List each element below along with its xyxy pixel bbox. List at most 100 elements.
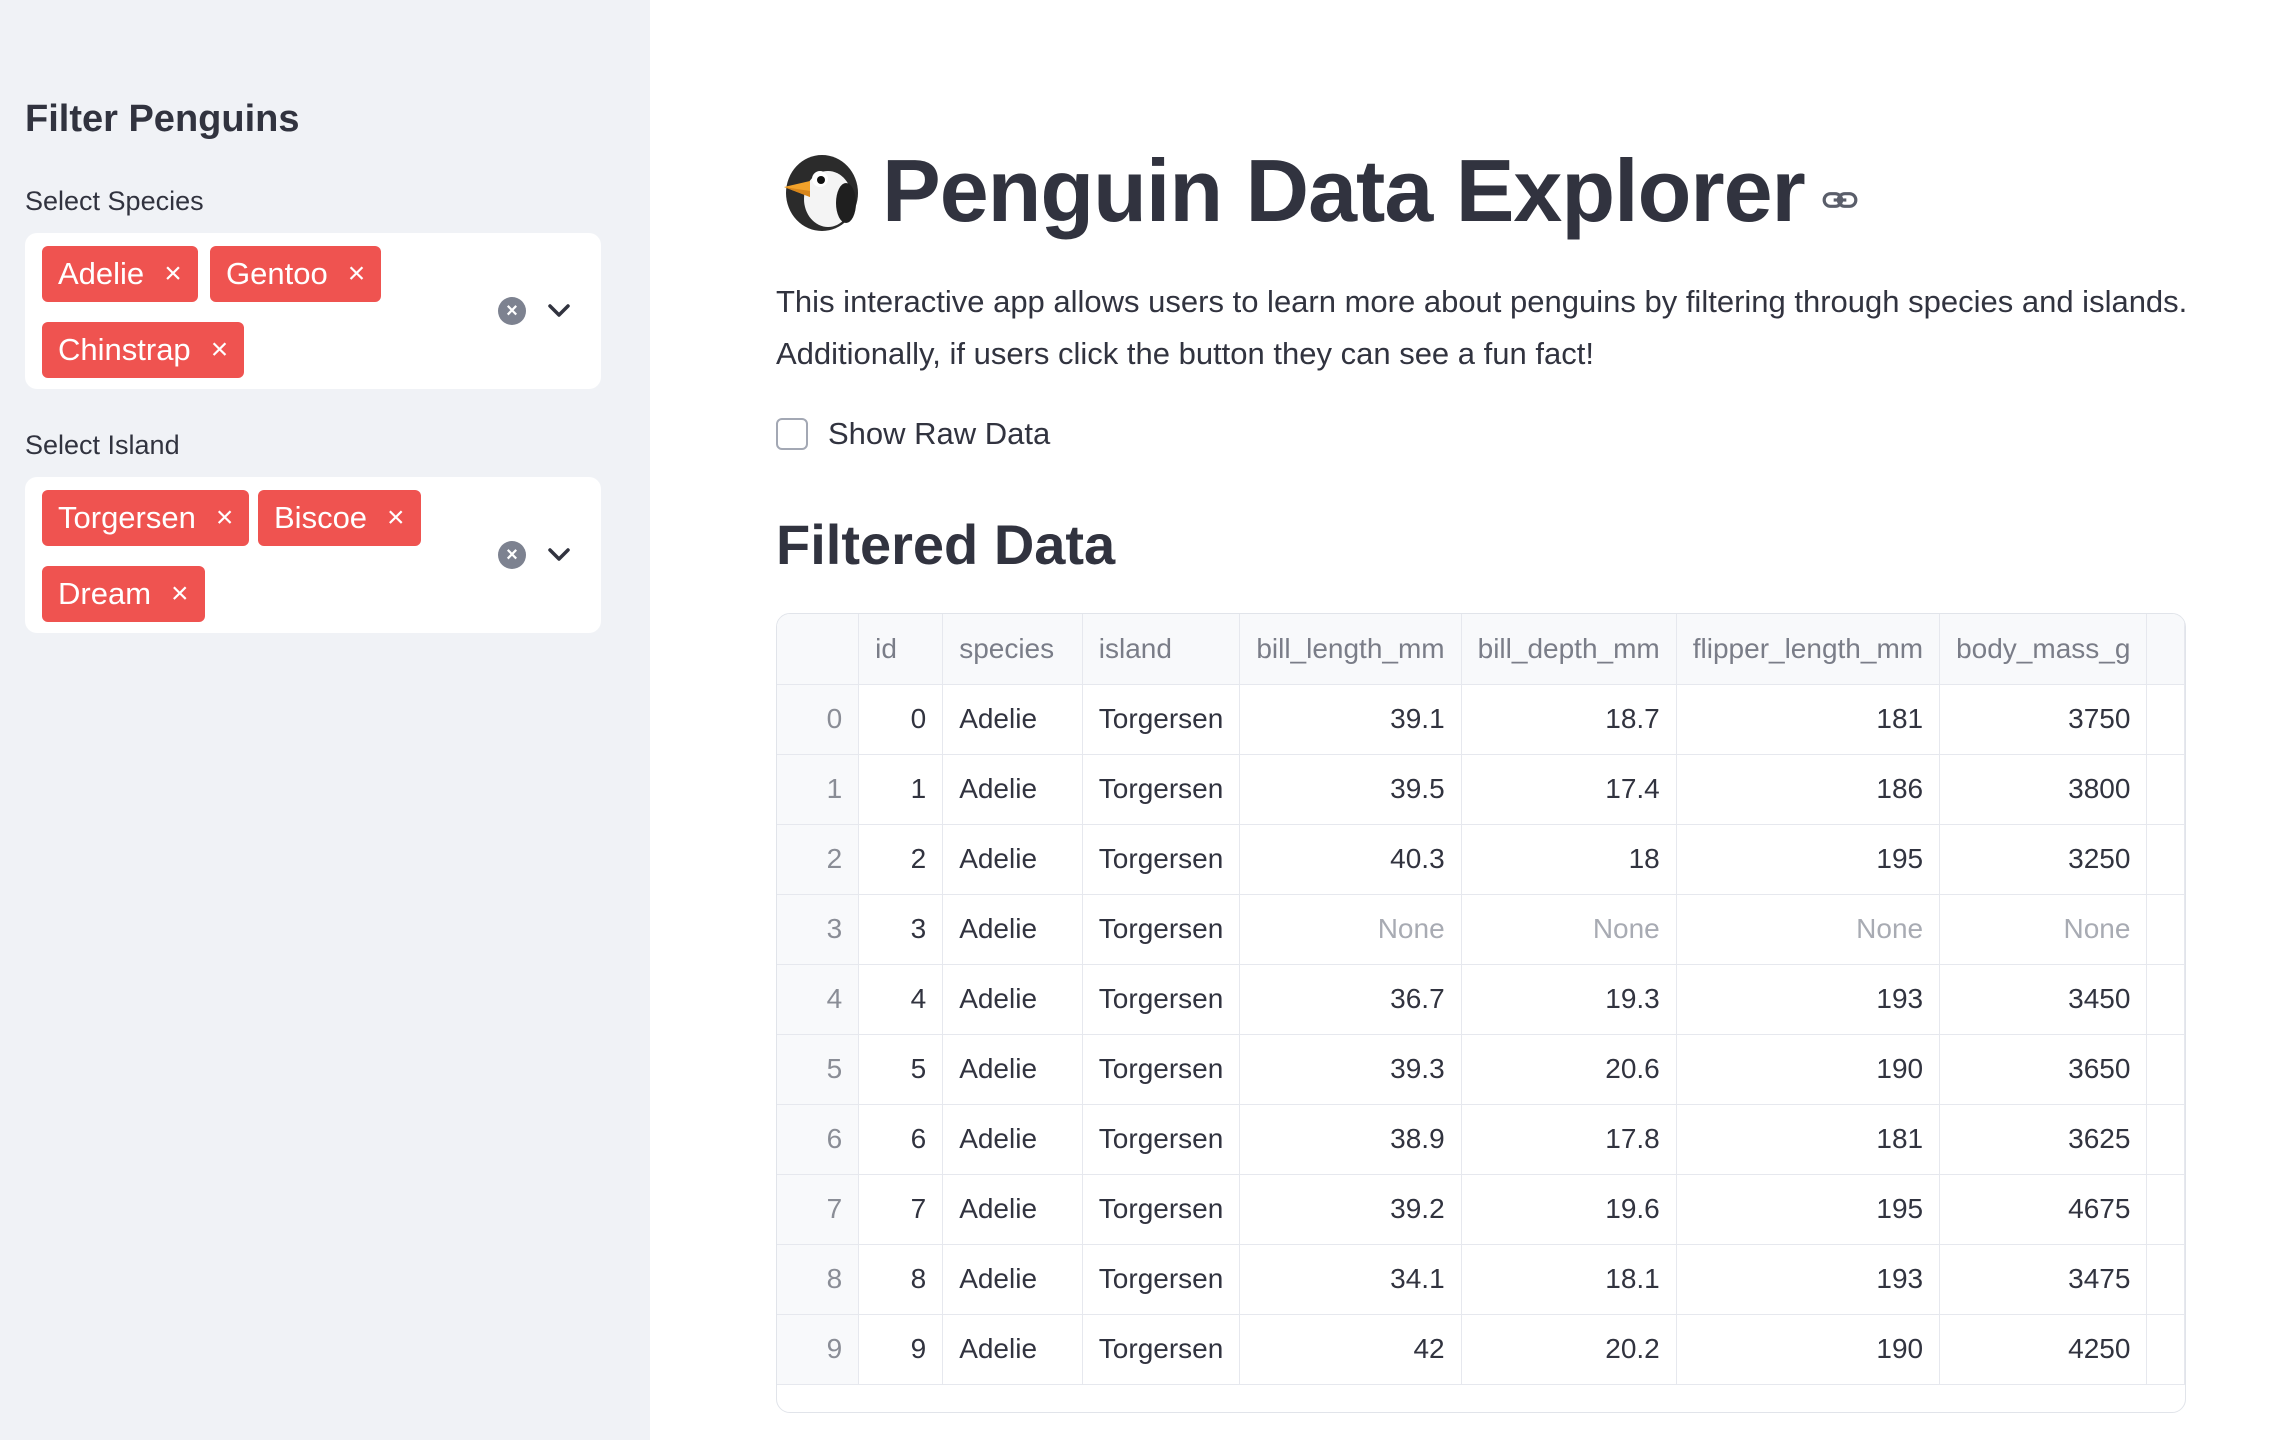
table-cell[interactable]: 193 [1676,1244,1941,1315]
table-cell[interactable]: 3800 [1939,754,2148,825]
table-cell[interactable]: None [1461,894,1677,965]
table-cell[interactable]: 20.6 [1461,1034,1677,1105]
table-cell[interactable]: Torgersen [1082,684,1241,755]
table-row[interactable]: 0 0 Adelie Torgersen 39.1 18.7 181 3750 [777,684,2185,755]
table-cell[interactable]: 17.4 [1461,754,1677,825]
table-cell[interactable]: 20.2 [1461,1314,1677,1385]
row-index-cell[interactable]: 3 [777,894,860,965]
table-cell[interactable]: Torgersen [1082,1034,1241,1105]
table-cell[interactable]: 190 [1676,1034,1941,1105]
column-header[interactable]: id [858,614,944,685]
table-cell-truncated[interactable] [2146,1244,2185,1315]
table-cell[interactable]: 3475 [1939,1244,2148,1315]
table-cell[interactable]: 39.3 [1239,1034,1462,1105]
table-cell[interactable]: None [1239,894,1462,965]
table-cell-truncated[interactable] [2146,824,2185,895]
remove-chip-icon[interactable]: × [387,503,405,533]
table-cell[interactable]: 18.1 [1461,1244,1677,1315]
table-row[interactable]: 8 8 Adelie Torgersen 34.1 18.1 193 3475 [777,1244,2185,1315]
column-header[interactable]: species [942,614,1083,685]
table-cell[interactable]: 9 [858,1314,944,1385]
row-index-cell[interactable]: 4 [777,964,860,1035]
table-cell[interactable]: 39.1 [1239,684,1462,755]
table-row[interactable]: 4 4 Adelie Torgersen 36.7 19.3 193 3450 [777,964,2185,1035]
table-row[interactable]: 3 3 Adelie Torgersen None None None None [777,894,2185,965]
table-row[interactable]: 2 2 Adelie Torgersen 40.3 18 195 3250 [777,824,2185,895]
row-index-cell[interactable]: 6 [777,1104,860,1175]
chevron-down-icon[interactable] [545,297,573,325]
table-cell[interactable]: 34.1 [1239,1244,1462,1315]
column-header[interactable]: body_mass_g [1939,614,2148,685]
table-row[interactable]: 1 1 Adelie Torgersen 39.5 17.4 186 3800 [777,754,2185,825]
table-cell[interactable]: Torgersen [1082,824,1241,895]
table-row[interactable]: 9 9 Adelie Torgersen 42 20.2 190 4250 [777,1314,2185,1385]
column-header[interactable]: bill_depth_mm [1461,614,1677,685]
table-cell[interactable]: Torgersen [1082,1174,1241,1245]
table-cell[interactable]: 18 [1461,824,1677,895]
table-cell[interactable]: 4 [858,964,944,1035]
table-cell[interactable]: 36.7 [1239,964,1462,1035]
table-cell[interactable]: 3650 [1939,1034,2148,1105]
checkbox-box[interactable] [776,418,808,450]
clear-all-icon[interactable]: × [498,541,526,569]
table-cell[interactable]: 181 [1676,1104,1941,1175]
table-cell[interactable]: 18.7 [1461,684,1677,755]
table-cell[interactable]: 42 [1239,1314,1462,1385]
table-cell[interactable]: 195 [1676,824,1941,895]
column-header[interactable]: island [1082,614,1241,685]
island-multiselect[interactable]: Torgersen × Biscoe × Dream × × [25,477,601,633]
table-cell[interactable]: 193 [1676,964,1941,1035]
table-cell[interactable]: 8 [858,1244,944,1315]
table-cell[interactable]: Torgersen [1082,754,1241,825]
table-cell[interactable]: 3250 [1939,824,2148,895]
row-index-cell[interactable]: 8 [777,1244,860,1315]
table-cell-truncated[interactable] [2146,1314,2185,1385]
table-row[interactable]: 7 7 Adelie Torgersen 39.2 19.6 195 4675 [777,1174,2185,1245]
show-raw-data-checkbox[interactable]: Show Raw Data [776,416,1050,452]
table-cell[interactable]: 39.5 [1239,754,1462,825]
table-cell-truncated[interactable] [2146,1104,2185,1175]
row-index-cell[interactable]: 5 [777,1034,860,1105]
table-cell[interactable]: 6 [858,1104,944,1175]
remove-chip-icon[interactable]: × [216,503,234,533]
table-cell-truncated[interactable] [2146,894,2185,965]
table-cell-truncated[interactable] [2146,1174,2185,1245]
table-cell[interactable]: Torgersen [1082,894,1241,965]
table-cell[interactable]: 186 [1676,754,1941,825]
column-header[interactable]: bill_length_mm [1239,614,1462,685]
table-cell[interactable]: Torgersen [1082,1314,1241,1385]
table-cell[interactable]: 19.6 [1461,1174,1677,1245]
table-cell[interactable]: 3750 [1939,684,2148,755]
table-cell[interactable]: 7 [858,1174,944,1245]
table-cell[interactable]: 38.9 [1239,1104,1462,1175]
table-cell[interactable]: Adelie [942,1034,1083,1105]
table-cell[interactable]: 19.3 [1461,964,1677,1035]
table-cell[interactable]: 2 [858,824,944,895]
remove-chip-icon[interactable]: × [164,259,182,289]
row-index-cell[interactable]: 2 [777,824,860,895]
table-cell[interactable]: Adelie [942,894,1083,965]
remove-chip-icon[interactable]: × [171,579,189,609]
column-header[interactable] [777,614,860,685]
data-table[interactable]: id species island bill_length_mm bill_de… [776,613,2186,1413]
table-cell-truncated[interactable] [2146,1034,2185,1105]
row-index-cell[interactable]: 1 [777,754,860,825]
table-cell[interactable]: 39.2 [1239,1174,1462,1245]
table-cell[interactable]: 3450 [1939,964,2148,1035]
table-cell[interactable]: Adelie [942,1314,1083,1385]
table-cell[interactable]: Adelie [942,964,1083,1035]
table-cell-truncated[interactable] [2146,684,2185,755]
table-cell-truncated[interactable] [2146,964,2185,1035]
table-cell[interactable]: Adelie [942,824,1083,895]
table-cell[interactable]: Adelie [942,1244,1083,1315]
table-cell[interactable]: Torgersen [1082,1244,1241,1315]
remove-chip-icon[interactable]: × [348,259,366,289]
table-row[interactable]: 6 6 Adelie Torgersen 38.9 17.8 181 3625 [777,1104,2185,1175]
remove-chip-icon[interactable]: × [211,335,229,365]
table-cell[interactable]: Adelie [942,684,1083,755]
table-cell[interactable]: Adelie [942,1104,1083,1175]
row-index-cell[interactable]: 7 [777,1174,860,1245]
table-cell[interactable]: None [1676,894,1941,965]
column-header[interactable]: flipper_length_mm [1676,614,1941,685]
column-header-truncated[interactable] [2146,614,2185,685]
